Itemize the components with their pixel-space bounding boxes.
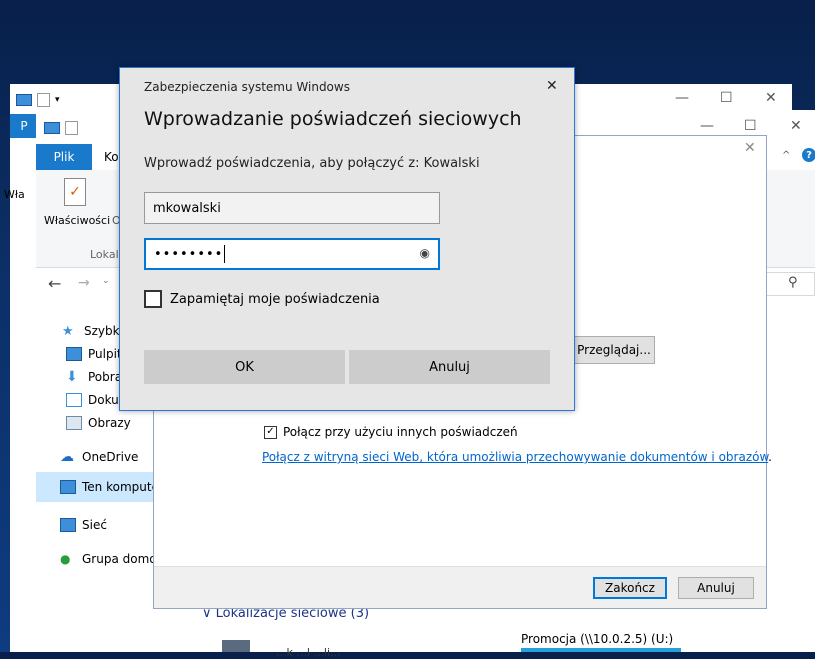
website-link[interactable]: Połącz z witryną sieci Web, która umożli… [262,450,768,464]
back-maximize-button[interactable]: ☐ [720,90,733,106]
front-qat [44,120,119,136]
map-drive-footer [154,566,766,608]
ribbon-left-label: Wła [4,188,25,201]
browse-button[interactable]: Przeglądaj... [573,336,655,364]
front-tab-computer[interactable]: Ko [104,150,119,164]
computer-icon [16,94,32,106]
credential-title: Wprowadzanie poświadczeń sieciowych [144,108,522,130]
properties-icon[interactable] [65,121,78,135]
credential-cancel-button[interactable]: Anuluj [349,350,550,384]
cloud-icon: ☁ [60,449,74,465]
download-icon: ⬇ [66,369,78,385]
remember-checkbox[interactable] [144,290,162,308]
nav-label: Obrazy [88,416,131,430]
nav-label: Pobra [88,370,123,384]
password-field[interactable]: •••••••• ◉ [144,238,440,270]
remember-row[interactable]: Zapamiętaj moje poświadczenia [144,290,380,308]
desktop-icon [66,347,82,361]
network-drive-partial: ...k ...l ...li... [276,646,341,659]
ribbon-group-label: Lokal [90,248,119,261]
nav-this-pc[interactable]: Ten komputer [36,472,154,502]
search-icon[interactable]: ⚲ [788,275,798,290]
text-cursor [224,245,226,263]
properties-icon[interactable] [37,93,50,107]
other-credentials-checkbox[interactable]: ✓ [264,425,277,439]
nav-network[interactable]: Sieć [60,510,107,540]
front-close-button[interactable]: ✕ [790,118,802,134]
ribbon-properties-label[interactable]: Właściwości [44,214,110,227]
front-maximize-button[interactable]: ☐ [744,118,757,134]
remember-label: Zapamiętaj moje poświadczenia [170,291,380,307]
credential-dialog: Zabezpieczenia systemu Windows ✕ Wprowad… [119,67,575,411]
credential-close-button[interactable]: ✕ [546,78,558,94]
computer-icon [60,480,76,494]
nav-pictures[interactable]: Obrazy [66,408,131,438]
network-icon [60,518,76,532]
nav-label: Pulpit [88,347,122,361]
username-field[interactable]: mkowalski [144,192,440,224]
network-drive-bar [521,648,681,652]
back-qat: ▾ [16,92,111,108]
network-drive-icon [222,640,250,652]
back-close-button[interactable]: ✕ [765,90,777,106]
document-icon [66,393,82,407]
website-link-row[interactable]: Połącz z witryną sieci Web, która umożli… [262,450,772,464]
credential-ok-button[interactable]: OK [144,350,345,384]
nav-label: Grupa domowa [82,552,154,566]
recent-dropdown-icon[interactable]: ⌄ [102,276,110,286]
eye-icon[interactable]: ◉ [420,246,430,260]
other-credentials-label: Połącz przy użyciu innych poświadczeń [283,425,518,439]
nav-onedrive[interactable]: ☁ OneDrive [60,442,138,472]
other-credentials-row[interactable]: ✓ Połącz przy użyciu innych poświadczeń [264,425,518,439]
network-drive-label[interactable]: Promocja (\\10.0.2.5) (U:) [521,632,673,646]
nav-label: Ten komputer [82,480,154,494]
map-drive-close-button[interactable]: ✕ [744,140,756,156]
wizard-cancel-button[interactable]: Anuluj [678,577,754,599]
back-arrow-icon[interactable]: ← [48,274,61,293]
credential-caption: Zabezpieczenia systemu Windows [144,80,350,94]
nav-homegroup[interactable]: ● Grupa domowa [60,544,154,574]
ribbon-properties-icon[interactable]: ✓ [64,178,86,206]
nav-label: Sieć [82,518,107,532]
star-icon: ★ [62,323,74,339]
computer-icon [44,122,60,134]
credential-prompt: Wprowadź poświadczenia, aby połączyć z: … [144,156,480,171]
pictures-icon [66,416,82,430]
homegroup-icon: ● [60,552,71,566]
password-value: •••••••• [154,246,224,262]
nav-label: OneDrive [82,450,139,464]
back-minimize-button[interactable]: — [675,90,689,106]
back-tab-file[interactable]: P [10,114,38,138]
front-tab-file[interactable]: Plik [36,144,92,170]
ribbon-collapse-icon[interactable]: ^ [782,150,790,161]
forward-arrow-icon[interactable]: → [78,275,90,291]
front-minimize-button[interactable]: — [700,118,714,134]
website-link-end: . [768,450,772,464]
help-icon[interactable]: ? [802,148,815,162]
finish-button[interactable]: Zakończ [593,577,667,599]
dropdown-icon[interactable]: ▾ [55,95,60,105]
